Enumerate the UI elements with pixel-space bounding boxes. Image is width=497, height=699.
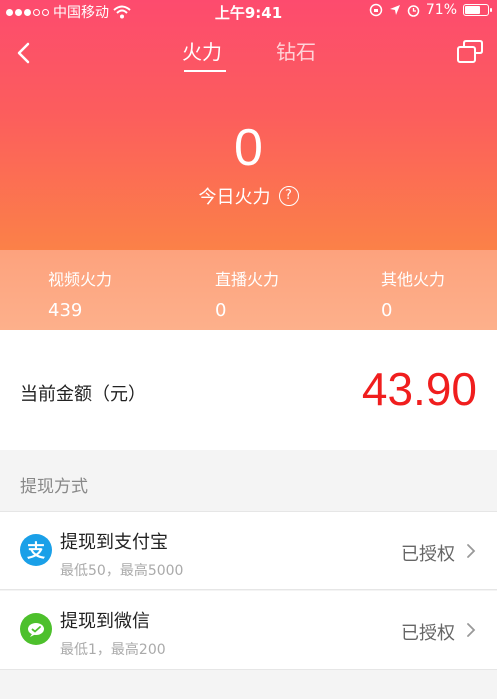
method-title: 提现到微信 [60,611,150,632]
alarm-icon [407,4,420,17]
rotation-lock-icon [369,3,383,17]
alipay-icon: 支 [20,534,52,566]
battery-percent: 71% [425,2,457,18]
status-right: 71% [369,2,492,18]
withdraw-wechat-row[interactable]: 提现到微信 最低1，最高200 已授权 [0,591,497,670]
location-icon [389,5,400,15]
current-amount-card: 当前金额（元） 43.90 [0,330,497,450]
help-icon[interactable]: ? [278,186,299,206]
stat-label: 其他火力 [381,270,446,289]
chevron-right-icon [467,623,476,637]
share-icon[interactable] [455,38,485,66]
wechat-icon [20,613,52,645]
stat-other-fire: 其他火力 0 [381,266,497,321]
chevron-right-icon [467,544,476,558]
tab-diamond[interactable]: 钻石 [276,36,316,65]
chevron-left-icon[interactable] [12,36,38,70]
today-fire-label: 今日火力 [198,187,271,208]
stat-value: 0 [215,300,227,321]
tab-active-indicator [184,70,226,72]
method-limits: 最低1，最高200 [60,642,166,658]
today-fire-value: 0 [234,119,263,177]
method-limits: 最低50，最高5000 [60,563,184,579]
tab-fire[interactable]: 火力 [182,36,222,65]
battery-fill [465,6,480,14]
stat-video-fire: 视频火力 439 [48,266,168,321]
method-status: 已授权 [401,544,455,565]
today-fire-row: 今日火力 ? [0,183,497,209]
stat-label: 视频火力 [48,270,113,289]
current-amount-label: 当前金额（元） [20,384,146,405]
battery-icon [463,4,492,16]
withdraw-section-title: 提现方式 [20,477,88,497]
method-status: 已授权 [401,623,455,644]
method-title: 提现到支付宝 [60,532,168,553]
stat-label: 直播火力 [215,270,280,289]
stat-value: 0 [381,300,393,321]
stat-live-fire: 直播火力 0 [215,266,335,321]
withdraw-alipay-row[interactable]: 支 提现到支付宝 最低50，最高5000 已授权 [0,511,497,590]
status-bar: 中国移动 上午9:41 71% [0,0,497,22]
stat-value: 439 [48,300,83,321]
current-amount-value: 43.90 [361,363,477,415]
